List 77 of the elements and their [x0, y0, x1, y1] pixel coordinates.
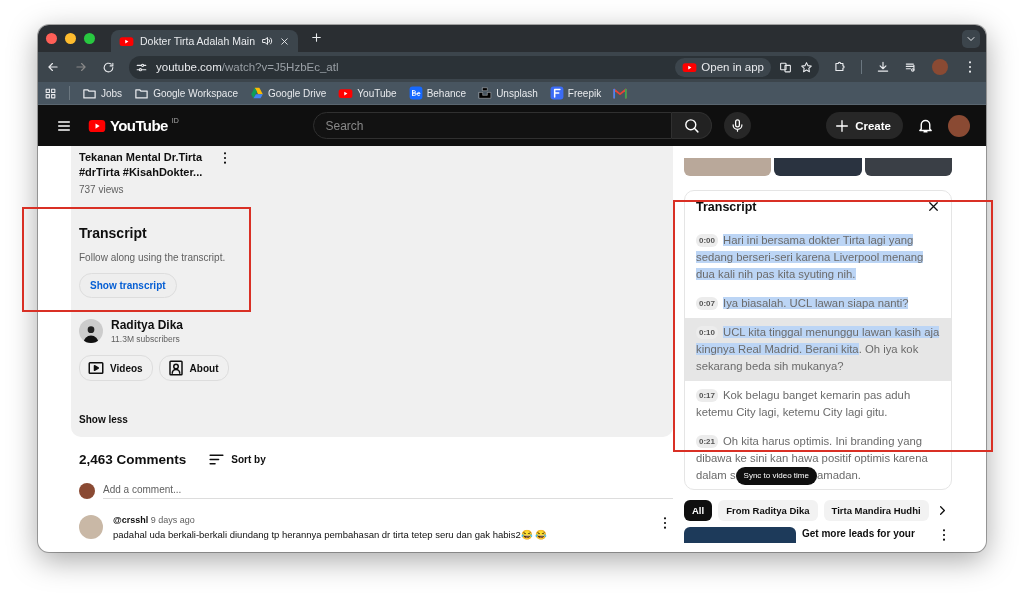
ad-title[interactable]: Get more leads for your [802, 527, 930, 543]
triangle-logo-icon [250, 86, 264, 100]
person-silhouette-icon [81, 323, 101, 343]
plus-icon [834, 117, 851, 134]
unsplash-logo-icon [478, 86, 493, 100]
search-button[interactable] [672, 112, 713, 139]
channel-avatar[interactable] [79, 319, 103, 343]
youtube-logo[interactable]: YouTube $^{ID}$ [86, 116, 179, 135]
subscriber-count: 11.3M subscribers [111, 334, 181, 344]
bookmark[interactable]: Freepik [549, 86, 602, 100]
star-icon[interactable] [800, 60, 813, 74]
person-square-icon [166, 359, 185, 377]
ad-thumbnail[interactable] [684, 527, 796, 543]
browser-tab[interactable]: Dokter Tirta Adalah Main [111, 30, 298, 52]
media-queue-icon[interactable] [904, 60, 918, 74]
view-count: 737 views [79, 184, 125, 195]
video-title: Tekanan Mental Dr.Tirta #drTirta #KisahDokter... [79, 150, 204, 180]
comment-text: padahal uda berkali-berkali diundang tp herannya pembahasan dr tirta tetep seru dan gak habis2😂 😂 [113, 529, 549, 540]
url-text: youtube.com/watch?v=J5HzbEc_atl [156, 61, 339, 73]
section-description: Follow along using the transcript. [79, 252, 227, 263]
transcript-segment[interactable]: 0:21 Oh kita harus optimis. Ini branding yang dibawa ke sini kan hawa positif optimis karena dalam s Sync to video time amadan. [685, 427, 951, 489]
panel-title: Transcript [696, 199, 757, 214]
bookmark[interactable]: Google Drive [250, 86, 327, 100]
apps-grid-icon[interactable] [44, 86, 57, 100]
bookmark[interactable]: Unsplash [478, 86, 538, 100]
maximize-window-button[interactable] [84, 33, 95, 44]
forward-icon[interactable] [74, 60, 88, 74]
channel-link-button[interactable]: About [158, 355, 229, 381]
search-icon [683, 117, 701, 134]
bookmark[interactable]: Jobs [82, 85, 123, 101]
reload-icon[interactable] [102, 60, 115, 74]
minimize-window-button[interactable] [65, 33, 76, 44]
comment-count: 2,463 Comments [79, 452, 187, 467]
be-logo-icon [408, 86, 423, 100]
play-square-icon [87, 359, 105, 377]
transcript-segment[interactable]: 0:07 Iya biasalah. UCL lawan siapa nanti? [685, 289, 951, 318]
video-thumbnail[interactable] [774, 158, 862, 176]
filter-chip[interactable]: Tirta Mandira Hudhi [823, 500, 929, 521]
close-icon[interactable] [926, 199, 941, 214]
filter-chip[interactable]: All [684, 500, 713, 521]
channel-link-button[interactable]: Videos [79, 355, 153, 381]
extensions-icon[interactable] [833, 60, 847, 74]
video-thumbnail[interactable] [864, 158, 952, 176]
tooltip: Sync to video time [735, 467, 817, 485]
search-field[interactable]: Search [313, 112, 673, 139]
bell-icon[interactable] [917, 117, 934, 134]
voice-search-button[interactable] [724, 112, 752, 139]
open-in-app-button[interactable]: Open in app [675, 57, 771, 77]
freepik-logo-icon [549, 86, 564, 100]
show-less-link[interactable]: Show less [79, 414, 665, 425]
close-window-button[interactable] [46, 33, 57, 44]
comment-field[interactable]: Add a comment... [103, 483, 673, 499]
translate-icon[interactable] [779, 60, 792, 74]
back-icon[interactable] [46, 60, 60, 74]
comment-author[interactable]: @crsshl 9 days ago [113, 515, 647, 525]
bookmark[interactable]: YouTube [338, 85, 397, 101]
envelope-logo-icon [613, 86, 628, 100]
address-bar[interactable]: youtube.com/watch?v=J5HzbEc_atl Open in app [129, 55, 819, 79]
sort-button[interactable]: Sort by [208, 451, 266, 468]
speaker-icon [261, 35, 273, 47]
transcript-segment[interactable]: 0:17 Kok belagu banget kemarin pas aduh ketemu City lagi, ketemu City lagi gitu. [685, 381, 951, 427]
channel-name[interactable]: Raditya Dika [111, 318, 184, 332]
new-tab-icon[interactable] [310, 31, 323, 44]
section-title: Transcript [79, 225, 148, 241]
user-avatar [79, 483, 95, 499]
bookmark[interactable] [613, 86, 628, 100]
close-icon[interactable] [279, 35, 290, 47]
tab-search-button[interactable] [962, 29, 980, 48]
show-transcript-button[interactable]: Show transcript [79, 273, 177, 298]
bookmark[interactable]: Google Workspace [134, 85, 238, 101]
bookmark[interactable]: Behance [408, 86, 467, 100]
filter-chip[interactable]: From Raditya Dika [718, 500, 818, 521]
video-thumbnail[interactable] [684, 158, 772, 176]
download-icon[interactable] [876, 60, 890, 74]
profile-avatar[interactable] [948, 114, 970, 137]
create-button[interactable]: Create [826, 112, 903, 139]
transcript-segment[interactable]: 0:10 UCL kita tinggal menunggu lawan kasih aja kingnya Real Madrid. Berani kita. Oh iya kok sekarang beda sih mukanya? [685, 318, 951, 381]
